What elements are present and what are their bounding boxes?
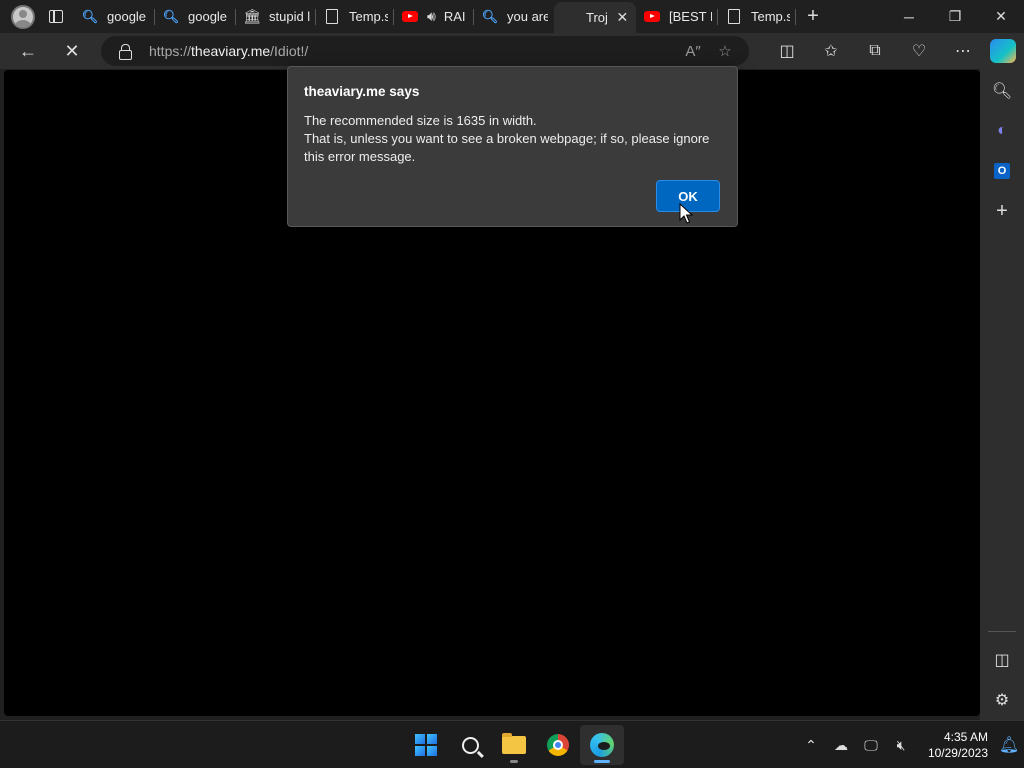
onedrive-icon[interactable]: ☁ (826, 737, 856, 754)
tab-label: you are (507, 9, 548, 24)
tab-google-1[interactable]: 🔍︎ google (74, 0, 155, 33)
outlook-icon[interactable]: O (980, 151, 1024, 191)
favorite-star-icon[interactable]: ☆ (709, 42, 741, 60)
search-icon[interactable]: 🔍︎ (980, 71, 1024, 111)
taskbar-search-button[interactable] (448, 725, 492, 765)
document-icon (324, 9, 340, 25)
dialog-message: The recommended size is 1635 in width. T… (304, 112, 724, 166)
lock-icon[interactable] (119, 44, 133, 60)
copilot-discover-icon[interactable]: ◐ (980, 111, 1024, 151)
show-hidden-icons-chevron-icon[interactable]: ⌃ (796, 737, 826, 754)
youtube-icon (402, 9, 418, 25)
profile-avatar-icon (11, 4, 35, 29)
clock-date: 10/29/2023 (927, 746, 988, 760)
profile-button[interactable] (8, 2, 38, 32)
tab-temp-sh-1[interactable]: Temp.sh (316, 0, 394, 33)
address-bar[interactable]: https://theaviary.me/Idiot!/ A″ ☆ (101, 36, 749, 66)
taskbar: ⌃ ☁ 🖵︎ 🔇︎ 4:35 AM 10/29/2023 🔔︎ (0, 720, 1024, 768)
close-tab-icon[interactable]: ✕ (615, 9, 630, 26)
window-controls: ─ ❐ ✕ (886, 0, 1024, 33)
file-explorer-button[interactable] (492, 725, 536, 765)
search-icon: 🔍︎ (81, 8, 99, 24)
network-icon[interactable]: 🖵︎ (856, 737, 886, 754)
volume-muted-icon[interactable]: 🔇︎ (886, 737, 916, 754)
collections-icon[interactable]: ⧉ (853, 42, 897, 60)
back-button[interactable]: ← (10, 36, 46, 66)
document-icon (726, 9, 742, 25)
notification-bell-icon[interactable]: 🔔︎ (994, 735, 1024, 755)
tab-temp-sh-2[interactable]: Temp.sh (718, 0, 796, 33)
copilot-icon[interactable] (990, 39, 1016, 63)
tab-actions-icon (49, 10, 63, 23)
browser-essentials-icon[interactable]: ♡ (897, 41, 941, 61)
windows-start-button[interactable] (404, 725, 448, 765)
tab-google-2[interactable]: 🔍︎ google (155, 0, 236, 33)
close-window-button[interactable]: ✕ (978, 0, 1024, 33)
speaker-icon[interactable]: 🔊︎ (427, 8, 436, 25)
read-aloud-icon[interactable]: A″ (677, 43, 709, 60)
add-sidebar-app-icon[interactable]: + (980, 191, 1024, 231)
new-tab-button[interactable]: + (796, 2, 830, 32)
search-icon: 🔍︎ (481, 8, 499, 24)
tab-list: 🔍︎ google 🔍︎ google 🏛︎ stupid le Temp.sh… (74, 0, 796, 33)
edge-sidebar: 🔍︎ ◐ O + ◫ ⚙ (980, 39, 1024, 720)
chrome-icon (547, 734, 569, 756)
tab-label: Temp.sh (751, 9, 790, 24)
clock-time: 4:35 AM (943, 730, 988, 744)
dialog-message-line1: The recommended size is 1635 in width. (304, 113, 537, 128)
sidebar-divider (988, 631, 1016, 632)
tab-label: google (188, 9, 228, 24)
search-icon: 🔍︎ (162, 8, 180, 24)
edge-icon (590, 733, 614, 757)
tab-troj-active[interactable]: Troj ✕ (554, 2, 636, 33)
tab-label: Temp.sh (349, 9, 388, 24)
tab-label: RAI (443, 9, 466, 24)
tab-best-m[interactable]: [BEST M (636, 0, 718, 33)
hide-sidebar-icon[interactable]: ◫ (980, 640, 1024, 680)
tab-stupid[interactable]: 🏛︎ stupid le (236, 0, 316, 33)
system-tray: ⌃ ☁ 🖵︎ 🔇︎ 4:35 AM 10/29/2023 🔔︎ (796, 721, 1024, 768)
search-icon (461, 736, 479, 754)
settings-gear-icon[interactable]: ⚙ (980, 680, 1024, 720)
dialog-message-line2: That is, unless you want to see a broken… (304, 131, 710, 164)
dialog-title: theaviary.me says (304, 84, 420, 99)
tab-label: [BEST M (669, 9, 712, 24)
browser-toolbar: ← ✕ https://theaviary.me/Idiot!/ A″ ☆ ◫ … (0, 33, 1024, 69)
tab-actions-button[interactable] (38, 2, 74, 32)
clock[interactable]: 4:35 AM 10/29/2023 (916, 729, 994, 761)
stop-loading-button[interactable]: ✕ (54, 36, 90, 66)
bank-icon: 🏛︎ (243, 8, 261, 24)
more-menu-icon[interactable]: ⋯ (941, 41, 985, 61)
youtube-icon (644, 9, 660, 25)
alert-dialog: theaviary.me says The recommended size i… (287, 66, 738, 227)
toolbar-actions: ◫ ✩ ⧉ ♡ ⋯ (765, 33, 985, 69)
windows-start-icon (415, 734, 437, 756)
tab-label: google (107, 9, 147, 24)
favorites-icon[interactable]: ✩ (809, 41, 853, 61)
minimize-button[interactable]: ─ (886, 0, 932, 33)
url-text[interactable]: https://theaviary.me/Idiot!/ (149, 43, 308, 59)
tab-rai[interactable]: 🔊︎ RAI (394, 0, 474, 33)
split-screen-icon[interactable]: ◫ (765, 41, 809, 61)
tab-label: Troj (586, 10, 607, 25)
restore-button[interactable]: ❐ (932, 0, 978, 33)
edge-button[interactable] (580, 725, 624, 765)
tab-label: stupid le (269, 9, 310, 24)
chrome-button[interactable] (536, 725, 580, 765)
file-explorer-icon (502, 733, 526, 754)
taskbar-apps (404, 725, 624, 765)
tab-you-are[interactable]: 🔍︎ you are (474, 0, 554, 33)
tab-strip: 🔍︎ google 🔍︎ google 🏛︎ stupid le Temp.sh… (0, 0, 1024, 33)
